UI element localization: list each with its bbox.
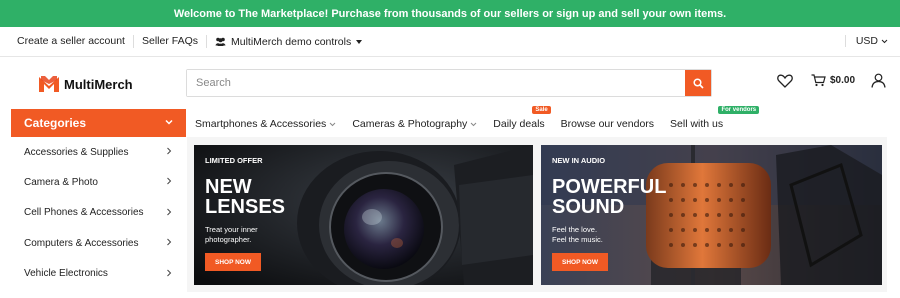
chevron-down-icon	[356, 39, 363, 44]
category-label: Computers & Accessories	[24, 237, 139, 249]
cart-total: $0.00	[830, 75, 856, 86]
chevron-down-icon	[165, 119, 173, 125]
sale-badge: Sale	[532, 106, 551, 114]
banner-subtitle-line: Treat your inner	[205, 225, 258, 234]
chevron-right-icon	[167, 269, 172, 276]
cart-icon	[811, 74, 826, 87]
banner-subtitle-line: Feel the music.	[552, 235, 603, 244]
nav-item-sell-with-us[interactable]: For vendors Sell with us	[670, 106, 760, 130]
banner-title-line: SOUND	[552, 196, 625, 218]
chevron-down-icon	[881, 39, 888, 43]
category-item[interactable]: Vehicle Electronics	[11, 259, 186, 289]
seller-faqs-link[interactable]: Seller FAQs	[134, 35, 208, 48]
multimerch-logo-icon	[39, 76, 59, 92]
demo-controls-label: MultiMerch demo controls	[231, 35, 352, 48]
nav-label: Browse our vendors	[560, 118, 655, 130]
vendor-badge: For vendors	[718, 106, 760, 114]
currency-selector[interactable]: USD	[844, 35, 888, 47]
category-label: Cell Phones & Accessories	[24, 207, 144, 219]
chevron-right-icon	[167, 238, 172, 246]
banner-title-line: NEW	[205, 176, 252, 198]
site-logo[interactable]: MultiMerch	[38, 75, 133, 93]
banner-subtitle: Treat your inner photographer.	[205, 225, 315, 245]
nav-item-smartphones[interactable]: Smartphones & Accessories	[195, 118, 336, 130]
site-header: MultiMerch $0.00	[0, 57, 900, 107]
chevron-right-icon	[167, 208, 172, 216]
category-list: Accessories & Supplies Camera & Photo Ce…	[11, 137, 186, 289]
shop-now-button[interactable]: SHOP NOW	[552, 253, 608, 271]
category-label: Accessories & Supplies	[24, 146, 129, 158]
banner-tag: LIMITED OFFER	[205, 156, 263, 165]
search-bar	[186, 69, 712, 97]
categories-header[interactable]: Categories	[11, 109, 186, 137]
chevron-down-icon	[329, 122, 336, 126]
announcement-text: Welcome to The Marketplace! Purchase fro…	[173, 7, 727, 20]
cart-button[interactable]: $0.00	[811, 74, 855, 87]
category-label: Vehicle Electronics	[24, 268, 108, 280]
nav-label: Smartphones & Accessories	[195, 118, 327, 130]
nav-label: Daily deals	[493, 118, 545, 130]
category-label: Camera & Photo	[24, 177, 98, 189]
chevron-right-icon	[167, 178, 172, 185]
lenses-banner[interactable]: LIMITED OFFER NEW LENSES Treat your inne…	[194, 145, 533, 285]
category-item[interactable]: Camera & Photo	[11, 167, 186, 197]
create-seller-link[interactable]: Create a seller account	[0, 35, 134, 48]
nav-label: Sell with us	[670, 118, 724, 130]
demo-controls-dropdown[interactable]: MultiMerch demo controls	[207, 36, 370, 48]
chevron-down-icon	[470, 122, 477, 126]
logo-text: MultiMerch	[64, 76, 133, 92]
heart-icon[interactable]	[777, 74, 793, 88]
search-button[interactable]	[685, 70, 711, 96]
banner-subtitle-line: photographer.	[205, 235, 252, 244]
categories-title: Categories	[24, 116, 87, 130]
banner-subtitle-line: Feel the love.	[552, 225, 598, 234]
search-input[interactable]	[187, 70, 685, 96]
header-icons: $0.00	[777, 73, 886, 88]
banner-title: POWERFUL SOUND	[552, 177, 666, 217]
announcement-bar: Welcome to The Marketplace! Purchase fro…	[0, 0, 900, 27]
banner-tag: NEW IN AUDIO	[552, 156, 606, 165]
currency-label: USD	[855, 35, 878, 47]
sound-banner[interactable]: NEW IN AUDIO POWERFUL SOUND Feel the lov…	[541, 145, 882, 285]
banner-title-line: POWERFUL	[552, 176, 667, 198]
nav-label: Cameras & Photography	[352, 118, 468, 130]
nav-item-daily-deals[interactable]: Sale Daily deals	[493, 106, 551, 130]
nav-item-cameras[interactable]: Cameras & Photography	[352, 118, 477, 130]
banner-title: NEW LENSES	[205, 177, 285, 217]
user-icon[interactable]	[871, 73, 886, 88]
category-item[interactable]: Accessories & Supplies	[11, 137, 186, 167]
nav-item-browse-vendors[interactable]: Browse our vendors	[561, 118, 654, 130]
users-icon	[215, 37, 226, 46]
shop-now-button[interactable]: SHOP NOW	[205, 253, 261, 271]
top-utility-bar: Create a seller account Seller FAQs Mult…	[0, 27, 900, 57]
search-icon	[692, 77, 704, 89]
category-item[interactable]: Computers & Accessories	[11, 228, 186, 258]
banner-title-line: LENSES	[205, 196, 286, 218]
category-item[interactable]: Cell Phones & Accessories	[11, 198, 186, 228]
chevron-right-icon	[167, 147, 172, 155]
banner-subtitle: Feel the love. Feel the music.	[552, 225, 662, 245]
main-nav: Smartphones & Accessories Cameras & Phot…	[195, 106, 760, 134]
